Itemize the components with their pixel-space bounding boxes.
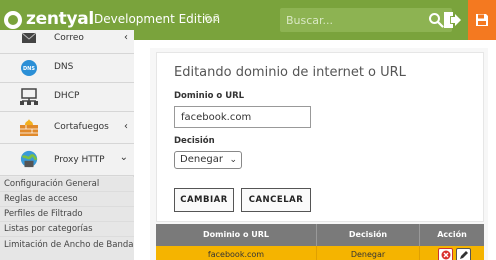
mail-icon — [22, 32, 36, 43]
delete-button[interactable] — [438, 248, 453, 260]
delete-icon — [441, 250, 451, 260]
edition-label: Development Edition — [94, 12, 221, 26]
sidebar-item-cortafuegos[interactable]: Cortafuegos ‹ — [0, 112, 134, 144]
column-header-action: Acción — [437, 230, 467, 239]
chevron-left-icon: ‹ — [124, 121, 128, 132]
edit-button[interactable] — [456, 248, 471, 260]
logout-icon — [444, 12, 461, 28]
sidebar-item-dhcp[interactable]: DHCP — [0, 83, 134, 112]
firewall-icon — [20, 119, 38, 136]
zentyal-logo-icon — [4, 11, 22, 29]
cell-domain: facebook.com — [156, 246, 317, 260]
search-box — [280, 8, 452, 32]
sidebar-subitem-listas-por-categorias[interactable]: Listas por categorías — [0, 222, 134, 237]
logout-button[interactable] — [440, 0, 466, 40]
proxy-icon — [20, 150, 38, 168]
sidebar-subitem-configuracion-general[interactable]: Configuración General — [0, 177, 134, 192]
version-label: 6.2 — [204, 13, 220, 24]
svg-text:DNS: DNS — [23, 66, 35, 72]
decision-select-value: Denegar — [180, 154, 223, 165]
search-input[interactable] — [280, 8, 425, 32]
sidebar-item-correo[interactable]: Correo ‹ — [0, 30, 134, 54]
edit-form-panel: Editando dominio de internet o URL Domin… — [156, 52, 484, 222]
page-title: Editando dominio de internet o URL — [174, 65, 406, 80]
sidebar-subitem-limitacion-ancho-de-banda[interactable]: Limitación de Ancho de Banda — [0, 237, 134, 260]
floppy-disk-icon — [476, 14, 488, 26]
chevron-left-icon: ‹ — [124, 32, 128, 43]
change-button[interactable]: CAMBIAR — [174, 188, 234, 212]
pencil-icon — [460, 251, 468, 259]
domain-input[interactable] — [174, 106, 311, 128]
sidebar-item-label: DHCP — [54, 91, 80, 101]
sidebar-item-label: DNS — [54, 62, 74, 72]
sidebar-item-label: Correo — [54, 33, 84, 43]
table-row[interactable]: facebook.com Denegar — [156, 246, 484, 260]
decision-field-label: Decisión — [174, 136, 215, 146]
brand-name: zentyal — [26, 9, 94, 29]
column-header-domain: Dominio o URL — [156, 224, 317, 246]
column-header-decision: Decisión — [317, 224, 420, 246]
chevron-down-icon: ⌄ — [119, 152, 128, 163]
table-header: Dominio o URL Decisión Acción — [156, 224, 484, 246]
domain-field-label: Dominio o URL — [174, 91, 245, 101]
main-content: Editando dominio de internet o URL Domin… — [150, 48, 488, 260]
dhcp-icon — [20, 88, 38, 105]
sidebar-item-proxy-http[interactable]: Proxy HTTP ⌄ — [0, 144, 134, 176]
sidebar-item-dns[interactable]: DNS DNS — [0, 54, 134, 83]
decision-select[interactable]: Denegar ⌄ — [174, 151, 242, 169]
dns-icon: DNS — [21, 60, 37, 76]
save-changes-button[interactable] — [468, 0, 496, 40]
cancel-button[interactable]: CANCELAR — [241, 188, 311, 212]
sidebar-item-label: Proxy HTTP — [54, 155, 105, 165]
chevron-down-icon: ⌄ — [229, 155, 237, 165]
sidebar-subitem-perfiles-de-filtrado[interactable]: Perfiles de Filtrado — [0, 207, 134, 222]
sidebar: Correo ‹ DNS DNS DHCP Cortafuegos ‹ Prox… — [0, 30, 134, 260]
cell-decision: Denegar — [317, 246, 420, 260]
sidebar-subitem-reglas-de-acceso[interactable]: Reglas de acceso — [0, 192, 134, 207]
sidebar-item-label: Cortafuegos — [54, 122, 109, 132]
